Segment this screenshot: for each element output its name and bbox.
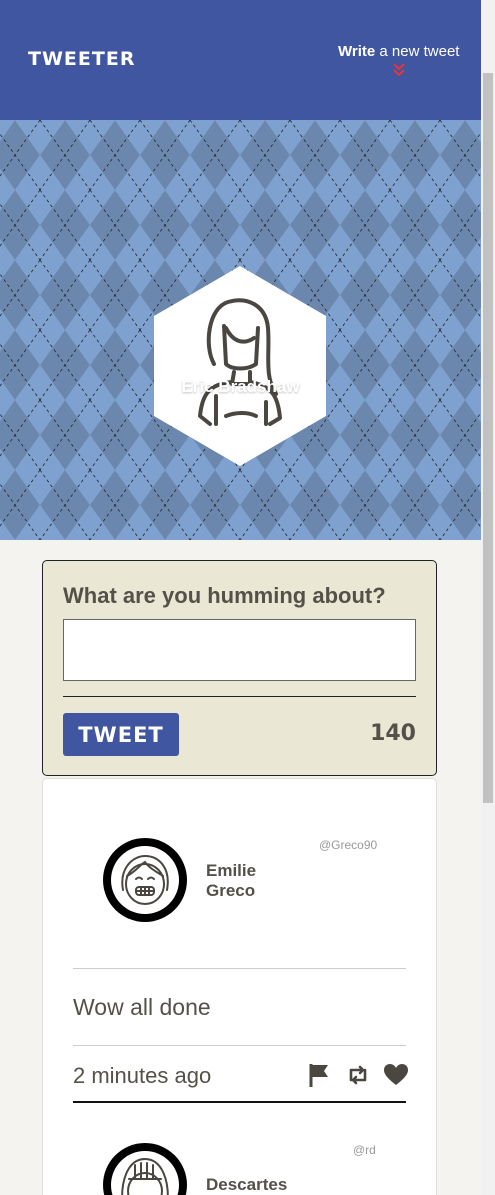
- tweet-actions: [307, 1062, 409, 1088]
- tweet-submit-button[interactable]: TWEET: [63, 713, 179, 756]
- tweet-footer-rule: [73, 1101, 406, 1103]
- tweet-author-handle: @Greco90: [319, 838, 378, 852]
- tweet-author-name: Emilie Greco: [206, 861, 257, 900]
- retweet-icon[interactable]: [345, 1062, 371, 1088]
- smiling-girl-avatar-icon: [111, 846, 179, 914]
- composer-prompt: What are you humming about?: [63, 583, 386, 608]
- tweet-text: Wow all done: [73, 994, 211, 1020]
- tweet-feed: Emilie Greco @Greco90 Wow all done 2 min…: [42, 778, 437, 1195]
- composer-divider: [63, 696, 416, 697]
- tweet-author-name: Descartes: [206, 1175, 288, 1194]
- tweet-textarea[interactable]: [63, 619, 416, 681]
- brand-logo[interactable]: TWEETER: [28, 48, 135, 70]
- tweet-avatar: [103, 838, 187, 922]
- girl-avatar-icon: [111, 1151, 179, 1195]
- write-new-tweet-toggle[interactable]: Write a new tweet: [338, 43, 459, 60]
- profile-name: Eric Bradshaw: [181, 377, 300, 396]
- tweet-author-handle: @rd: [353, 1143, 376, 1157]
- tweet-divider: [73, 968, 406, 969]
- write-label: Write: [338, 43, 376, 60]
- new-tweet-composer: What are you humming about? TWEET 140: [42, 560, 437, 776]
- profile-header: Eric Bradshaw: [0, 120, 481, 540]
- scrollbar-thumb[interactable]: [483, 73, 493, 803]
- double-chevron-down-icon[interactable]: [391, 62, 407, 78]
- profile-avatar: [154, 266, 326, 466]
- top-nav: TWEETER Write a new tweet: [0, 0, 481, 120]
- new-tweet-label: a new tweet: [375, 43, 460, 60]
- tweet-avatar: [103, 1143, 187, 1195]
- character-counter: 140: [370, 721, 416, 746]
- tweet-timestamp: 2 minutes ago: [73, 1063, 212, 1088]
- heart-icon[interactable]: [383, 1062, 409, 1088]
- tweet-divider: [73, 1045, 406, 1046]
- flag-icon[interactable]: [307, 1062, 333, 1088]
